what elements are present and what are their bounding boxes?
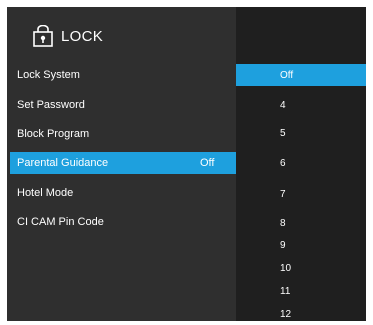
option-label: 7 <box>280 189 286 200</box>
option-7[interactable]: 7 <box>236 183 366 205</box>
option-label: 8 <box>280 218 286 229</box>
option-5[interactable]: 5 <box>236 122 366 144</box>
option-label: 12 <box>280 309 292 320</box>
option-label: Off <box>280 70 294 81</box>
lock-icon <box>33 24 53 47</box>
option-label: 5 <box>280 128 286 139</box>
menu-item-label: CI CAM Pin Code <box>17 216 104 228</box>
option-label: 9 <box>280 240 286 251</box>
parental-guidance-options-list: Off 4 5 6 7 8 9 10 11 12 <box>236 7 366 321</box>
option-10[interactable]: 10 <box>236 257 366 279</box>
menu-item-value: Off <box>200 157 215 169</box>
lock-menu-panel: LOCK Lock System Set Password Block Prog… <box>7 7 236 321</box>
menu-item-block-program[interactable]: Block Program <box>7 123 236 145</box>
menu-item-label: Hotel Mode <box>17 187 74 199</box>
option-label: 10 <box>280 263 292 274</box>
option-11[interactable]: 11 <box>236 280 366 302</box>
menu-item-label: Block Program <box>17 128 90 140</box>
menu-title: LOCK <box>61 28 104 45</box>
option-label: 6 <box>280 158 286 169</box>
option-off[interactable]: Off <box>236 64 366 86</box>
option-8[interactable]: 8 <box>236 212 366 234</box>
menu-header: LOCK <box>7 7 236 60</box>
menu-item-hotel-mode[interactable]: Hotel Mode <box>7 182 236 204</box>
menu-item-parental-guidance[interactable]: Parental Guidance Off <box>10 152 236 174</box>
option-12[interactable]: 12 <box>236 303 366 325</box>
option-4[interactable]: 4 <box>236 94 366 116</box>
option-9[interactable]: 9 <box>236 234 366 256</box>
option-label: 4 <box>280 100 286 111</box>
tv-lock-menu-screen: LOCK Lock System Set Password Block Prog… <box>0 0 373 325</box>
menu-item-label: Set Password <box>17 99 85 111</box>
option-label: 11 <box>280 286 291 297</box>
menu-item-lock-system[interactable]: Lock System <box>7 64 236 86</box>
menu-item-set-password[interactable]: Set Password <box>7 94 236 116</box>
option-6[interactable]: 6 <box>236 152 366 174</box>
menu-item-ci-cam-pin-code[interactable]: CI CAM Pin Code <box>7 211 236 233</box>
menu-item-label: Lock System <box>17 69 80 81</box>
menu-item-label: Parental Guidance <box>17 157 109 169</box>
